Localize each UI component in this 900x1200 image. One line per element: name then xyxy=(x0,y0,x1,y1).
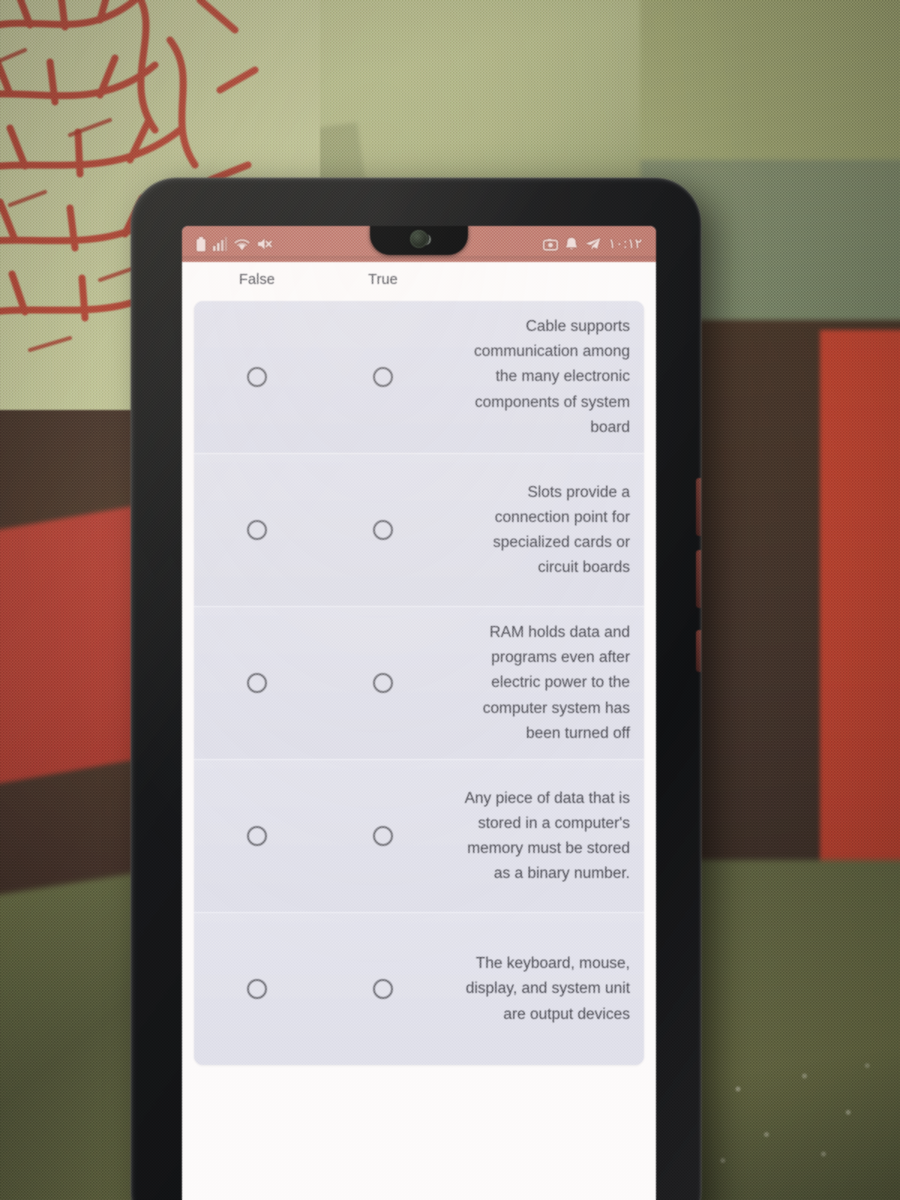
radio-false-row-4[interactable] xyxy=(247,826,267,846)
radio-cell-false[interactable] xyxy=(194,520,320,540)
status-bar-left-icons xyxy=(196,236,272,252)
radio-false-row-3[interactable] xyxy=(247,673,267,693)
phone-device: ۱۰:۱۲ False True Cable supports communic… xyxy=(131,178,701,1200)
radio-true-row-2[interactable] xyxy=(373,520,393,540)
waterdrop-notch xyxy=(370,226,468,255)
table-row: Slots provide a connection point for spe… xyxy=(194,454,644,607)
radio-cell-true[interactable] xyxy=(320,826,446,846)
radio-cell-false[interactable] xyxy=(194,979,320,999)
status-bar: ۱۰:۱۲ xyxy=(182,226,656,262)
notification-bell-icon xyxy=(566,237,578,250)
radio-cell-true[interactable] xyxy=(320,520,446,540)
column-header-false: False xyxy=(239,272,275,288)
column-header-true: True xyxy=(368,272,398,288)
radio-true-row-4[interactable] xyxy=(373,826,393,846)
quiz-card: Cable supports communication among the m… xyxy=(194,301,644,1065)
photograph-of-phone-on-fabric: ۱۰:۱۲ False True Cable supports communic… xyxy=(0,0,900,1200)
table-row: Any piece of data that is stored in a co… xyxy=(194,760,644,913)
question-text-1: Cable supports communication among the m… xyxy=(474,318,630,436)
radio-false-row-5[interactable] xyxy=(247,979,267,999)
fabric-speckle-texture xyxy=(700,1050,890,1180)
question-text-5: The keyboard, mouse, display, and system… xyxy=(465,955,630,1023)
radio-cell-false[interactable] xyxy=(194,367,320,387)
question-text-4: Any piece of data that is stored in a co… xyxy=(464,789,630,883)
phone-screen: ۱۰:۱۲ False True Cable supports communic… xyxy=(182,226,656,1200)
status-bar-right-icons: ۱۰:۱۲ xyxy=(543,236,642,252)
volume-down-button[interactable] xyxy=(696,550,701,608)
radio-cell-true[interactable] xyxy=(320,673,446,693)
volume-up-button[interactable] xyxy=(696,478,701,536)
radio-false-row-2[interactable] xyxy=(247,520,267,540)
radio-cell-true[interactable] xyxy=(320,979,446,999)
status-bar-clock: ۱۰:۱۲ xyxy=(608,236,642,252)
radio-cell-true[interactable] xyxy=(320,367,446,387)
table-row: RAM holds data and programs even after e… xyxy=(194,607,644,760)
wifi-icon xyxy=(234,238,250,250)
radio-true-row-1[interactable] xyxy=(373,367,393,387)
fabric-block-red-right xyxy=(820,330,900,890)
telegram-send-icon xyxy=(586,238,601,250)
mute-volume-off-icon xyxy=(258,238,272,250)
answer-column-headers: False True xyxy=(194,262,644,301)
radio-cell-false[interactable] xyxy=(194,826,320,846)
question-text-3: RAM holds data and programs even after e… xyxy=(482,624,630,742)
camera-icon xyxy=(543,238,559,251)
radio-true-row-3[interactable] xyxy=(373,673,393,693)
question-text-2: Slots provide a connection point for spe… xyxy=(493,483,630,577)
table-row: The keyboard, mouse, display, and system… xyxy=(194,913,644,1065)
front-camera-icon xyxy=(410,230,428,248)
quiz-content: False True Cable supports communication … xyxy=(182,262,656,1200)
battery-icon xyxy=(196,236,206,251)
table-row: Cable supports communication among the m… xyxy=(194,301,644,454)
radio-cell-false[interactable] xyxy=(194,673,320,693)
radio-true-row-5[interactable] xyxy=(373,979,393,999)
radio-false-row-1[interactable] xyxy=(247,367,267,387)
signal-bars-icon xyxy=(213,237,227,251)
power-button[interactable] xyxy=(696,630,701,672)
